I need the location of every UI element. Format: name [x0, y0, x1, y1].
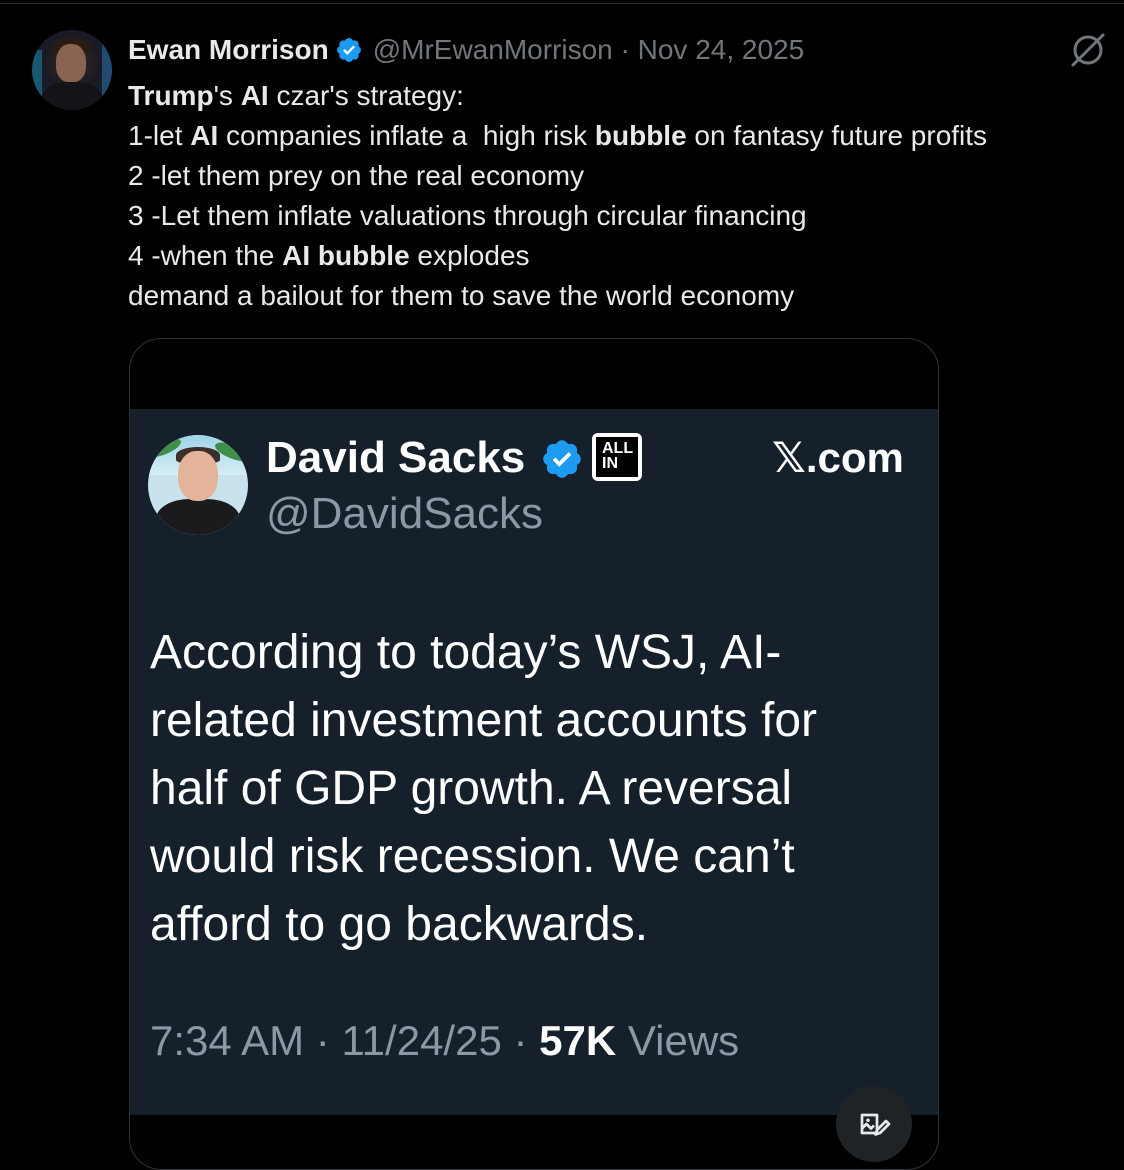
post-text-line: 2 -let them prey on the real economy [128, 156, 987, 196]
embedded-time: 7:34 AM [150, 1017, 305, 1064]
post-text-bold: AI bubble [282, 240, 410, 271]
grok-icon[interactable] [1068, 30, 1108, 70]
post-text-segment: 's [213, 80, 241, 111]
embedded-author-handle: @DavidSacks [266, 489, 543, 538]
embedded-text-line: would risk recession. We can’t [150, 830, 795, 883]
post-text-line: 3 -Let them inflate valuations through c… [128, 196, 987, 236]
post-text-bold: bubble [594, 120, 687, 151]
image-edit-button[interactable] [836, 1086, 912, 1162]
embedded-post-text: According to today’s WSJ, AI-related inv… [150, 619, 930, 959]
post-text-segment: 2 -let them prey on the real economy [128, 160, 585, 191]
post-text-bold: AI [190, 120, 219, 151]
post-text-line: 1-let AI companies inflate a high risk b… [128, 116, 987, 156]
embedded-verified-badge-icon [543, 440, 581, 478]
meta-separator: · [612, 34, 638, 65]
post-text-segment: czar's strategy: [268, 80, 464, 111]
embedded-post-screenshot: David Sacks ALL IN @DavidSacks 𝕏.com Acc… [130, 409, 938, 1115]
post-text-segment: 3 -Let them inflate valuations through c… [128, 200, 807, 231]
post-text-line: 4 -when the AI bubble explodes [128, 236, 987, 276]
verified-badge-icon[interactable] [335, 36, 363, 64]
author-handle[interactable]: @MrEwanMorrison [373, 34, 613, 66]
embedded-avatar [148, 435, 248, 535]
views-label: Views [627, 1017, 740, 1064]
post-text-segment: on fantasy future profits [686, 120, 988, 151]
author-name[interactable]: Ewan Morrison [128, 34, 329, 66]
embedded-sep-2: · [501, 1017, 540, 1064]
views-count: 57K [539, 1017, 617, 1064]
embedded-post-meta: 7:34 AM · 11/24/25 · 57K Views [150, 1017, 739, 1065]
post-text-segment: 4 -when the [128, 240, 283, 271]
post-text-line: Trump's AI czar's strategy: [128, 76, 987, 116]
post-text-line: demand a bailout for them to save the wo… [128, 276, 987, 316]
author-avatar[interactable] [32, 30, 112, 110]
embedded-text-line: half of GDP growth. A reversal [150, 762, 793, 815]
all-in-badge: ALL IN [592, 433, 642, 481]
post-text: Trump's AI czar's strategy: 1-let AI comp… [128, 76, 987, 316]
post-text-segment: explodes [409, 240, 530, 271]
all-in-badge-line1: ALL [602, 440, 634, 457]
post-text-segment: companies inflate a high risk [218, 120, 595, 151]
image-edit-icon [860, 1113, 891, 1136]
x-com-label: 𝕏.com [772, 434, 904, 481]
embedded-date: 11/24/25 [341, 1017, 502, 1064]
all-in-badge-line2: IN [602, 455, 618, 472]
post-text-segment: demand a bailout for them to save the wo… [128, 280, 795, 311]
embedded-author-name: David Sacks [266, 433, 526, 482]
post-text-bold: AI [240, 80, 269, 111]
embedded-sep-1: · [304, 1017, 342, 1064]
post-text-segment: 1-let [128, 120, 191, 151]
top-divider [0, 3, 1124, 4]
embedded-text-line: According to today’s WSJ, AI- [150, 626, 782, 679]
post-date[interactable]: Nov 24, 2025 [638, 34, 805, 66]
post-header: Ewan Morrison @MrEwanMorrison · Nov 24, … [128, 30, 804, 70]
post-text-bold: Trump [128, 80, 214, 111]
embedded-text-line: afford to go backwards. [150, 898, 649, 951]
embedded-text-line: related investment accounts for [150, 694, 818, 747]
embedded-image-card[interactable]: David Sacks ALL IN @DavidSacks 𝕏.com Acc… [129, 338, 939, 1170]
